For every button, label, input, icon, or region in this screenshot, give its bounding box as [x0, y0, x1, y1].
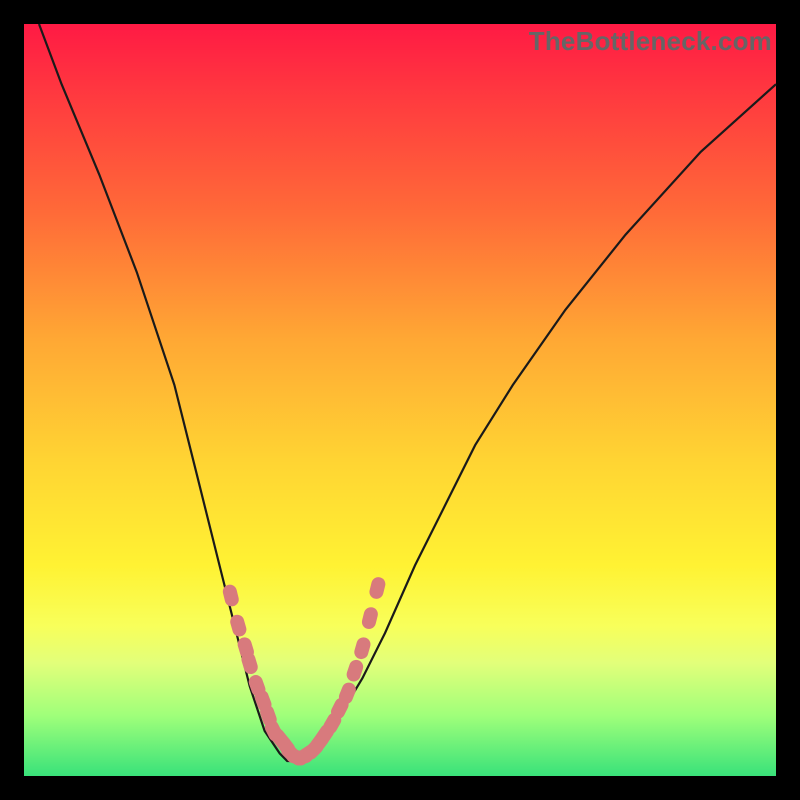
bottleneck-curve-line: [39, 24, 776, 761]
marker-point: [353, 636, 372, 661]
bottleneck-curve-svg: [24, 24, 776, 776]
chart-canvas: TheBottleneck.com: [24, 24, 776, 776]
marker-point: [360, 606, 379, 631]
marker-point: [368, 576, 387, 601]
highlighted-markers-group: [221, 576, 387, 768]
